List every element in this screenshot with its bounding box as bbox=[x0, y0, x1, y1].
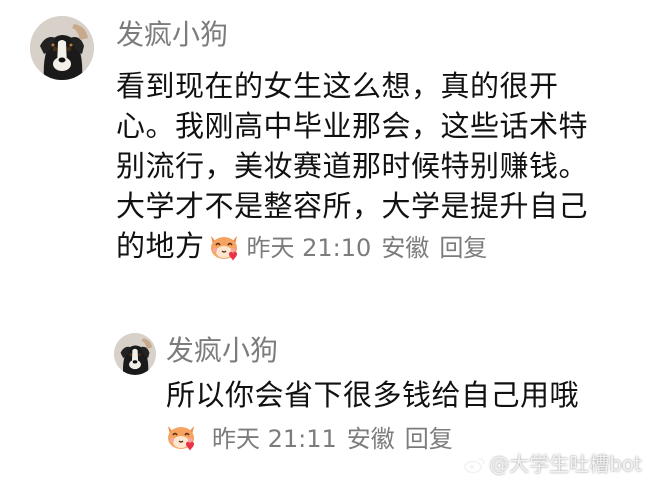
avatar[interactable] bbox=[30, 16, 94, 80]
reply-meta: 昨天 21:11 安徽 回复 bbox=[164, 418, 453, 454]
comment-time: 昨天 21:10 bbox=[246, 234, 372, 262]
cat-heart-emoji-icon bbox=[164, 420, 198, 452]
reply-reply-button[interactable]: 回复 bbox=[405, 419, 453, 454]
comment-body: 看到现在的女生这么想，真的很开 心。我刚高中毕业那会，这些话术特 别流行，美妆赛… bbox=[116, 66, 626, 268]
reply-location: 安徽 bbox=[346, 424, 395, 453]
comment-username[interactable]: 发疯小狗 bbox=[116, 17, 228, 53]
comment-last-line: 的地方 昨天 21:10 安徽 回复 bbox=[116, 226, 626, 268]
dog-avatar-icon bbox=[114, 333, 156, 375]
comment-line: 大学才不是整容所，大学是提升自己 bbox=[116, 189, 589, 223]
comment-location: 安徽 bbox=[381, 234, 430, 262]
reply-body: 所以你会省下很多钱给自己用哦 bbox=[166, 378, 580, 412]
watermark: @大学生吐槽bot bbox=[464, 448, 642, 477]
comment-line: 看到现在的女生这么想，真的很开 bbox=[116, 69, 559, 103]
dog-avatar-icon bbox=[30, 16, 94, 80]
weibo-logo-icon bbox=[464, 455, 486, 474]
reply-time: 昨天 21:11 bbox=[212, 424, 337, 453]
cat-heart-emoji-icon bbox=[207, 230, 241, 262]
reply-avatar[interactable] bbox=[114, 333, 156, 375]
comment-line: 别流行，美妆赛道那时候特别赚钱。 bbox=[116, 149, 589, 183]
reply-username[interactable]: 发疯小狗 bbox=[166, 333, 278, 369]
comment-reply-button[interactable]: 回复 bbox=[439, 234, 487, 262]
comment-line: 的地方 bbox=[116, 229, 205, 263]
comment-line: 心。我刚高中毕业那会，这些话术特 bbox=[116, 109, 589, 143]
watermark-text: @大学生吐槽bot bbox=[489, 452, 642, 476]
